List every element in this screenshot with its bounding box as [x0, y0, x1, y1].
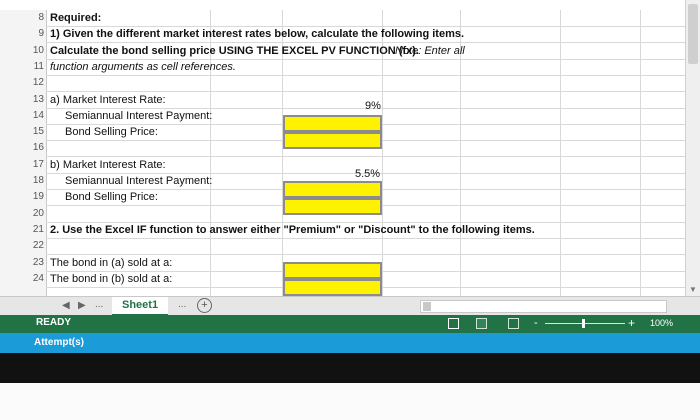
sheet-row [46, 238, 686, 256]
spreadsheet-grid: 8 Required: 9 1) Given the different market… [0, 0, 700, 296]
scroll-thumb[interactable] [688, 4, 698, 64]
row-number[interactable]: 9 [0, 26, 46, 42]
row-number[interactable]: 22 [0, 238, 46, 254]
sheet-tab-bar: ◀ ▶ ... Sheet1 ... + [0, 296, 700, 316]
row-text-cell[interactable]: 2. Use the Excel IF function to answer e… [50, 222, 535, 238]
tabs-ellipsis-left[interactable]: ... [95, 299, 103, 310]
footer-dark-bar [0, 353, 700, 383]
horizontal-scrollbar[interactable] [420, 300, 667, 313]
attempts-bar: Attempt(s) [0, 333, 700, 353]
page-bottom [0, 383, 700, 420]
row-text-cell[interactable]: 1) Given the different market interest r… [50, 26, 464, 42]
row-number[interactable]: 24 [0, 271, 46, 287]
row-number[interactable]: 10 [0, 43, 46, 59]
row-text-cell[interactable]: function arguments as cell references. [50, 59, 236, 75]
tab-sheet1[interactable]: Sheet1 [112, 297, 169, 316]
tabs-ellipsis-right[interactable]: ... [178, 299, 186, 310]
row-text-cell[interactable]: Bond Selling Price: [65, 189, 158, 205]
row-text-cell[interactable]: The bond in (a) sold at a: [50, 255, 172, 271]
row-number[interactable]: 18 [0, 173, 46, 189]
semiannual-payment-b-answer[interactable] [283, 181, 382, 198]
row-number[interactable]: 20 [0, 206, 46, 222]
row-text-cell[interactable]: Required: [50, 10, 101, 26]
row-text-cell[interactable]: The bond in (b) sold at a: [50, 271, 172, 287]
row-number[interactable]: 15 [0, 124, 46, 140]
row-number[interactable]: 16 [0, 140, 46, 156]
market-rate-b-cell[interactable]: 5.5% [355, 166, 380, 182]
vertical-scrollbar[interactable]: ▼ [685, 0, 700, 296]
row-text-cell[interactable]: Bond Selling Price: [65, 124, 158, 140]
sheet-row [46, 10, 686, 27]
row-text-cell[interactable]: a) Market Interest Rate: [50, 92, 166, 108]
row-note-cell[interactable]: Note: Enter all [395, 43, 465, 59]
zoom-level[interactable]: 100% [650, 318, 673, 328]
add-sheet-button[interactable]: + [197, 298, 212, 313]
row-number[interactable]: 19 [0, 189, 46, 205]
previous-sheet-icon[interactable]: ◀ [62, 300, 70, 311]
normal-view-icon[interactable] [448, 318, 459, 329]
row-number[interactable]: 8 [0, 10, 46, 26]
ready-status: READY [36, 317, 72, 328]
row-number[interactable]: 13 [0, 92, 46, 108]
page-break-view-icon[interactable] [508, 318, 519, 329]
zoom-slider-thumb[interactable] [582, 319, 585, 328]
market-rate-a-cell[interactable]: 9% [365, 98, 381, 114]
bond-a-premium-discount-answer[interactable] [283, 262, 382, 279]
row-number[interactable]: 12 [0, 75, 46, 91]
next-sheet-icon[interactable]: ▶ [78, 300, 86, 311]
row-number[interactable]: 14 [0, 108, 46, 124]
attempts-label: Attempt(s) [34, 337, 84, 348]
scroll-down-icon[interactable]: ▼ [689, 285, 697, 294]
bond-price-a-answer[interactable] [283, 132, 382, 149]
zoom-out-button[interactable]: - [534, 317, 538, 329]
bond-price-b-answer[interactable] [283, 198, 382, 215]
zoom-slider[interactable] [545, 323, 625, 324]
zoom-in-button[interactable]: + [628, 316, 635, 330]
status-bar: READY - + 100% [0, 315, 700, 333]
page-layout-view-icon[interactable] [476, 318, 487, 329]
sheet-row [46, 75, 686, 93]
row-number[interactable]: 11 [0, 59, 46, 75]
row-number[interactable]: 23 [0, 255, 46, 271]
semiannual-payment-a-answer[interactable] [283, 115, 382, 132]
row-text-cell[interactable]: Semiannual Interest Payment: [65, 108, 212, 124]
row-number[interactable]: 17 [0, 157, 46, 173]
row-text-cell[interactable]: Calculate the bond selling price USING T… [50, 43, 419, 59]
row-text-cell[interactable]: Semiannual Interest Payment: [65, 173, 212, 189]
horizontal-scroll-thumb[interactable] [423, 302, 431, 311]
row-number[interactable]: 21 [0, 222, 46, 238]
bond-b-premium-discount-answer[interactable] [283, 279, 382, 296]
row-text-cell[interactable]: b) Market Interest Rate: [50, 157, 166, 173]
